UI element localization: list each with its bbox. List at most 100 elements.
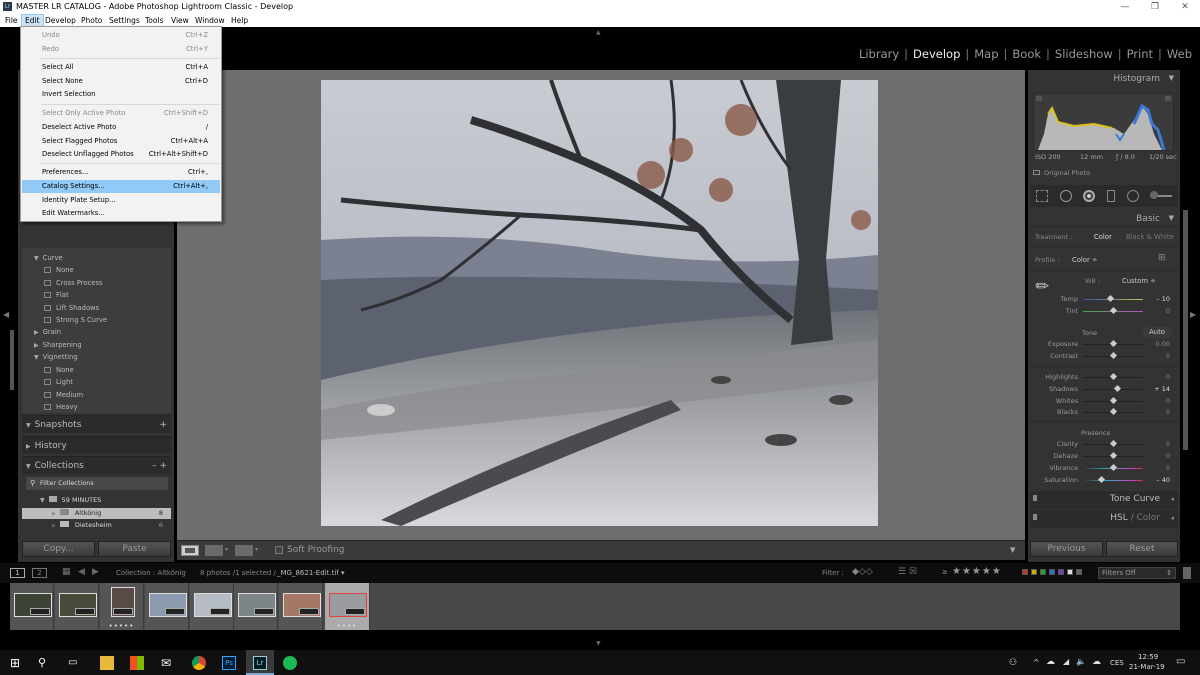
right-panel-scrollbar[interactable] [1183,210,1188,450]
close-button[interactable]: ✕ [1170,0,1200,14]
menu-item-select-all[interactable]: Select All Ctrl+A [22,61,220,74]
preset-item[interactable]: Lift Shadows [44,304,99,312]
menu-item-catalog-settings[interactable]: Catalog Settings... Ctrl+Alt+, [22,180,220,193]
slider-value-contrast[interactable]: 0 [1150,352,1170,360]
main-window-button[interactable]: 1 [10,568,25,578]
clock-date[interactable]: 21-Mar-19 [1129,663,1165,671]
collection-row[interactable]: ▶ Altkönig 8 [22,508,171,519]
swap-dropdown-icon[interactable]: ▾ [255,546,258,553]
spot-removal-icon[interactable] [1060,190,1072,202]
basic-panel-header[interactable]: Basic ▼ [1030,214,1178,224]
slider-highlights[interactable] [1083,372,1143,381]
module-book[interactable]: Book [1008,47,1045,61]
menu-item-identity-plate[interactable]: Identity Plate Setup... [22,194,220,207]
menu-item-redo[interactable]: Redo Ctrl+Y [22,43,220,56]
auto-tone-button[interactable]: Auto [1142,327,1172,338]
minimize-button[interactable]: — [1110,0,1140,14]
action-center-icon[interactable]: ▭ [1176,656,1185,667]
maximize-button[interactable]: ❐ [1140,0,1170,14]
slider-value-tint[interactable]: 0 [1150,307,1170,315]
secondary-window-button[interactable]: 2 [32,568,47,578]
reset-button[interactable]: Reset [1106,541,1178,557]
slider-value-shadows[interactable]: + 14 [1150,385,1170,393]
copy-settings-button[interactable]: Copy... [22,541,95,557]
slider-value-whites[interactable]: 0 [1150,397,1170,405]
onedrive-icon[interactable]: ☁ [1046,657,1055,667]
paste-settings-button[interactable]: Paste [98,541,171,557]
slider-value-vibrance[interactable]: 0 [1150,464,1170,472]
preset-item[interactable]: Flat [44,291,69,299]
slider-value-dehaze[interactable]: 0 [1150,452,1170,460]
rating-operator[interactable]: ≥ [942,568,948,576]
slider-shadows[interactable] [1083,384,1143,393]
slider-value-clarity[interactable]: 0 [1150,440,1170,448]
chrome-icon[interactable] [192,656,206,670]
spotify-icon[interactable] [283,656,297,670]
slider-whites[interactable] [1083,396,1143,405]
input-language[interactable]: CES [1110,659,1124,667]
toolbar-menu-icon[interactable]: ▼ [1010,546,1015,554]
preset-group-sharpening[interactable]: ▶ Sharpening [34,341,82,349]
slider-exposure[interactable] [1083,339,1143,348]
preset-group-vignetting[interactable]: ▼ Vignetting [34,353,78,361]
grid-view-icon[interactable]: ▦ [62,567,71,577]
menu-item-select-none[interactable]: Select None Ctrl+D [22,75,220,88]
menu-item-select-only-active[interactable]: Select Only Active Photo Ctrl+Shift+D [22,107,220,120]
module-library[interactable]: Library [855,47,903,61]
before-after-dropdown-icon[interactable]: ▾ [225,546,228,553]
forward-arrow-icon[interactable]: ▶ [92,567,99,577]
filmstrip-thumbnail[interactable] [145,583,189,630]
photoshop-icon[interactable]: Ps [222,656,236,670]
mail-icon[interactable]: ✉ [161,656,175,670]
slider-value-blacks[interactable]: 0 [1150,408,1170,416]
edit-status-filter-icons[interactable]: ☰ ☒ [898,567,917,577]
red-eye-icon[interactable] [1083,190,1095,202]
treatment-color-option[interactable]: Color [1094,233,1112,241]
filename-dropdown[interactable]: _MG_8621-Edit.tif ▾ [277,569,344,577]
left-panel-toggle-icon[interactable]: ◀ [3,310,9,319]
slider-value-temp[interactable]: – 10 [1150,295,1170,303]
menu-item-deselect-unflagged[interactable]: Deselect Unflagged Photos Ctrl+Alt+Shift+… [22,148,220,161]
filmstrip-thumbnail[interactable] [10,583,54,630]
slider-vibrance[interactable] [1083,463,1143,472]
filter-collections-input[interactable]: ⚲ Filter Collections [26,477,168,490]
wifi-icon[interactable]: ◢ [1063,657,1069,666]
preset-item[interactable]: Heavy [44,403,78,411]
color-label-swatch[interactable] [1067,569,1073,575]
loupe-view-button[interactable] [181,545,199,556]
filmstrip-thumbnail[interactable] [190,583,234,630]
color-label-swatch[interactable] [1031,569,1037,575]
slider-saturation[interactable] [1083,475,1143,484]
slider-dehaze[interactable] [1083,451,1143,460]
menu-file[interactable]: File [2,14,21,27]
soft-proofing-checkbox[interactable] [275,546,283,554]
wb-dropdown[interactable]: Custom ÷ [1122,277,1156,285]
collection-row[interactable]: ▶ Dietesheim 6 [22,520,171,531]
back-arrow-icon[interactable]: ◀ [78,567,85,577]
slider-value-highlights[interactable]: 0 [1150,373,1170,381]
flag-filter-icons[interactable]: ◆◇◇ [852,567,873,577]
adjustment-brush-icon[interactable] [1150,191,1172,199]
color-label-swatch[interactable] [1058,569,1064,575]
left-panel-scrollbar[interactable] [10,330,14,390]
color-label-swatch[interactable] [1040,569,1046,575]
hsl-color-header[interactable]: HSL / Color ◂ [1030,510,1178,528]
module-develop[interactable]: Develop [909,47,964,61]
collections-header[interactable]: ▼ Collections – + [22,456,171,474]
before-after-lr-button[interactable] [205,545,223,556]
treatment-bw-option[interactable]: Black & White [1126,233,1174,241]
slider-blacks[interactable] [1083,407,1143,416]
color-label-swatch[interactable] [1049,569,1055,575]
people-icon[interactable]: ⚇ [1009,658,1017,668]
menu-item-edit-watermarks[interactable]: Edit Watermarks... [22,207,220,220]
slider-tint[interactable] [1083,306,1143,315]
menu-item-preferences[interactable]: Preferences... Ctrl+, [22,166,220,179]
menu-item-deselect-active[interactable]: Deselect Active Photo / [22,121,220,134]
crop-tool-icon[interactable] [1036,190,1048,202]
cloud-sync-icon[interactable]: ☁ [1092,657,1101,667]
collection-set-row[interactable]: ▼ 59 MINUTES [22,495,171,506]
original-photo-label[interactable]: Original Photo [1033,169,1090,177]
preset-item[interactable]: Strong S Curve [44,316,107,324]
menu-help[interactable]: Help [228,14,251,27]
preset-group-grain[interactable]: ▶ Grain [34,328,61,336]
